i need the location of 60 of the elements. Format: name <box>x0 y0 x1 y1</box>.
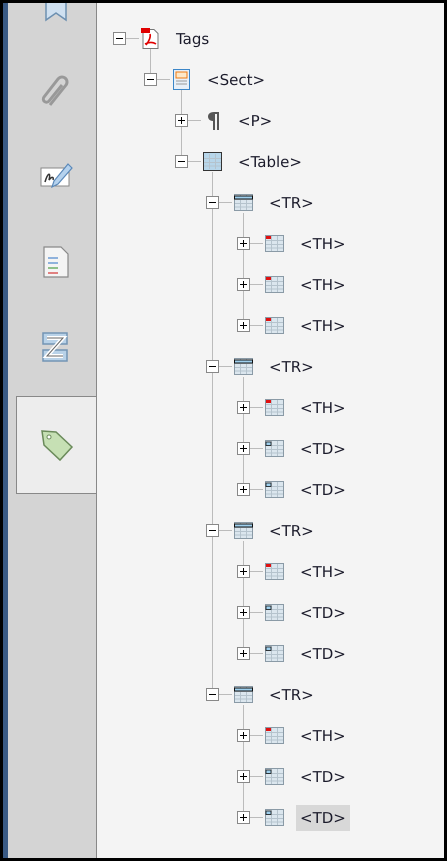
table-row-icon <box>232 519 255 542</box>
tag-label[interactable]: <TR> <box>265 354 318 380</box>
tag-label[interactable]: <TH> <box>296 394 350 420</box>
collapse-toggle[interactable] <box>113 32 126 45</box>
tag-label[interactable]: <Table> <box>234 148 306 174</box>
tag-label[interactable]: <Sect> <box>203 66 270 92</box>
table-cell-icon <box>263 601 286 624</box>
table-header-cell-icon <box>263 396 286 419</box>
tag-icon <box>39 427 75 463</box>
expand-toggle[interactable] <box>237 483 250 496</box>
table-header-cell-icon <box>263 724 286 747</box>
tag-label[interactable]: <TH> <box>296 230 350 256</box>
tag-label[interactable]: <TD> <box>296 600 350 626</box>
table-cell-icon <box>263 478 286 501</box>
collapse-toggle[interactable] <box>175 155 188 168</box>
tag-label[interactable]: <TR> <box>265 682 318 708</box>
table-cell-icon <box>263 765 286 788</box>
expand-toggle[interactable] <box>237 401 250 414</box>
collapse-toggle[interactable] <box>206 524 219 537</box>
tag-label[interactable]: <TR> <box>265 518 318 544</box>
selected-panel-tab[interactable] <box>16 396 96 494</box>
tag-label[interactable]: <TD> <box>296 476 350 502</box>
expand-toggle[interactable] <box>237 770 250 783</box>
tag-label[interactable]: <TH> <box>296 722 350 748</box>
table-header-cell-icon <box>263 273 286 296</box>
section-icon <box>170 68 193 91</box>
tag-label[interactable]: Tags <box>172 26 214 52</box>
expand-toggle[interactable] <box>237 319 250 332</box>
table-row-icon <box>232 683 255 706</box>
tag-label[interactable]: <TD> <box>296 764 350 790</box>
expand-toggle[interactable] <box>237 729 250 742</box>
expand-toggle[interactable] <box>175 114 188 127</box>
table-row-icon <box>232 355 255 378</box>
expand-toggle[interactable] <box>237 442 250 455</box>
tag-label[interactable]: <TH> <box>296 558 350 584</box>
table-header-cell-icon <box>263 232 286 255</box>
tag-label[interactable]: <TH> <box>296 272 350 298</box>
expand-toggle[interactable] <box>237 606 250 619</box>
expand-toggle[interactable] <box>237 278 250 291</box>
table-cell-icon <box>263 642 286 665</box>
expand-toggle[interactable] <box>237 237 250 250</box>
table-icon <box>201 150 224 173</box>
tag-label[interactable]: <TD> <box>296 804 350 830</box>
table-cell-icon <box>263 437 286 460</box>
tag-label[interactable]: <TD> <box>296 436 350 462</box>
collapse-toggle[interactable] <box>206 196 219 209</box>
table-header-cell-icon <box>263 560 286 583</box>
tag-label[interactable]: <TH> <box>296 312 350 338</box>
expand-toggle[interactable] <box>237 811 250 824</box>
tag-label[interactable]: <TR> <box>265 190 318 216</box>
expand-toggle[interactable] <box>237 565 250 578</box>
table-cell-icon <box>263 806 286 829</box>
tag-label[interactable]: <TD> <box>296 640 350 666</box>
collapse-toggle[interactable] <box>206 360 219 373</box>
expand-toggle[interactable] <box>237 647 250 660</box>
tag-label[interactable]: <P> <box>234 108 276 134</box>
collapse-toggle[interactable] <box>206 688 219 701</box>
table-row-icon <box>232 191 255 214</box>
table-header-cell-icon <box>263 314 286 337</box>
collapse-toggle[interactable] <box>144 73 157 86</box>
